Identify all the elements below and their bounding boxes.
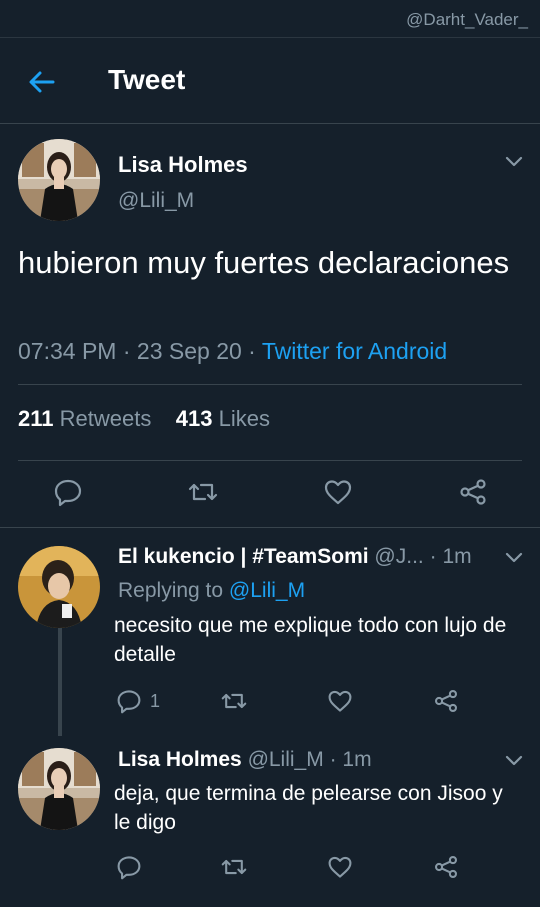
share-button[interactable] xyxy=(433,852,459,882)
replying-to-prefix: Replying to xyxy=(118,579,224,602)
retweet-button[interactable] xyxy=(220,686,248,716)
reply-header: El kukencio | #TeamSomi @J... · 1m xyxy=(118,545,472,569)
divider xyxy=(18,384,522,385)
tweet-text: hubieron muy fuertes declaraciones xyxy=(18,245,510,280)
avatar[interactable] xyxy=(18,748,100,830)
replying-to-link[interactable]: @Lili_M xyxy=(229,579,305,602)
retweet-button[interactable] xyxy=(187,476,219,508)
retweet-icon xyxy=(221,859,247,875)
watermark-text: @Darht_Vader_ xyxy=(406,10,528,29)
retweets-count: 211 xyxy=(18,406,54,431)
back-arrow-icon xyxy=(29,71,55,93)
author-handle[interactable]: @Lili_M xyxy=(118,189,194,213)
retweets-label: Retweets xyxy=(59,406,152,431)
reply-button[interactable] xyxy=(116,852,142,882)
like-icon xyxy=(328,690,352,712)
retweet-icon xyxy=(188,483,218,501)
watermark-bar: @Darht_Vader_ xyxy=(0,0,540,38)
chevron-down-icon[interactable] xyxy=(503,749,525,771)
tweet-stats: 211 Retweets 413 Likes xyxy=(18,406,270,432)
reply-time: 1m xyxy=(342,748,372,771)
reply-author-name[interactable]: Lisa Holmes xyxy=(118,748,242,771)
main-tweet: Lisa Holmes @Lili_M hubieron muy fuertes… xyxy=(0,124,540,528)
reply-text: deja, que termina de pelearse con Jisoo … xyxy=(114,782,503,834)
like-icon xyxy=(324,480,352,505)
retweet-button[interactable] xyxy=(220,852,248,882)
like-button[interactable] xyxy=(327,686,353,716)
chevron-down-icon[interactable] xyxy=(503,546,525,568)
likes-label: Likes xyxy=(218,406,270,431)
page-title: Tweet xyxy=(108,64,186,95)
tweet-source-link[interactable]: Twitter for Android xyxy=(262,338,447,364)
like-button[interactable] xyxy=(327,852,353,882)
tweet-actions xyxy=(0,472,540,512)
likes-count: 413 xyxy=(175,406,213,431)
reply-author-handle[interactable]: @Lili_M xyxy=(248,748,324,771)
meta-separator: · xyxy=(429,545,437,568)
like-icon xyxy=(328,856,352,878)
avatar[interactable] xyxy=(18,546,100,628)
meta-separator: · xyxy=(122,338,131,364)
reply-tweet[interactable]: Lisa Holmes @Lili_M · 1m deja, que termi… xyxy=(0,736,540,907)
reply-header: Lisa Holmes @Lili_M · 1m xyxy=(118,748,372,772)
reply-icon xyxy=(54,479,82,507)
divider xyxy=(18,460,522,461)
author-name[interactable]: Lisa Holmes xyxy=(118,152,248,178)
like-button[interactable] xyxy=(322,476,354,508)
thread-line xyxy=(58,628,62,736)
retweet-icon xyxy=(221,693,247,709)
avatar[interactable] xyxy=(18,139,100,221)
back-button[interactable] xyxy=(24,64,60,100)
tweet-meta: 07:34 PM · 23 Sep 20 · Twitter for Andro… xyxy=(18,338,447,365)
reply-tweet[interactable]: El kukencio | #TeamSomi @J... · 1m Reply… xyxy=(0,528,540,736)
reply-author-handle[interactable]: @J... xyxy=(374,545,423,568)
tweet-date: 23 Sep 20 xyxy=(136,338,242,364)
reply-actions: 1 xyxy=(0,686,540,716)
reply-time: 1m xyxy=(442,545,472,568)
meta-separator: · xyxy=(248,338,256,364)
reply-text: necesito que me explique todo con lujo d… xyxy=(114,614,507,666)
reply-button[interactable] xyxy=(52,476,84,508)
reply-actions xyxy=(0,852,540,882)
share-button[interactable] xyxy=(457,476,489,508)
share-icon xyxy=(434,689,458,713)
share-icon xyxy=(460,479,486,505)
reply-author-name[interactable]: El kukencio | #TeamSomi xyxy=(118,545,369,568)
top-app-bar: Tweet xyxy=(0,38,540,124)
reply-icon xyxy=(117,690,141,714)
reply-icon xyxy=(117,856,141,880)
chevron-down-icon[interactable] xyxy=(503,150,525,172)
replying-to: Replying to @Lili_M xyxy=(118,579,305,603)
reply-count: 1 xyxy=(150,690,161,711)
likes-stat[interactable]: 413 Likes xyxy=(176,406,270,431)
share-icon xyxy=(434,855,458,879)
share-button[interactable] xyxy=(433,686,459,716)
tweet-time: 07:34 PM xyxy=(18,338,117,364)
meta-separator: · xyxy=(329,748,337,771)
retweets-stat[interactable]: 211 Retweets xyxy=(18,406,151,431)
reply-button[interactable]: 1 xyxy=(116,686,160,716)
